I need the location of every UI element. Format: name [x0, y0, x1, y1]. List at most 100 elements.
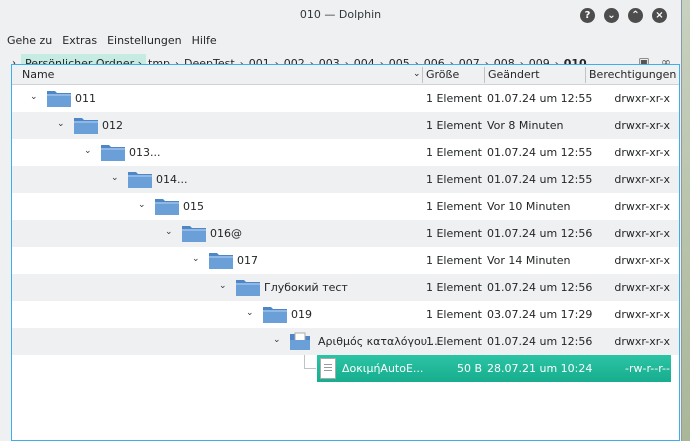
selected-file-row[interactable]: ΔοκιμήAutoE... 50 B 28.07.21 um 10:24 -rw-r…: [317, 355, 671, 382]
file-permissions: drwxr-xr-x: [614, 200, 670, 213]
folder-icon: [46, 88, 72, 108]
file-name: 014...: [156, 173, 188, 186]
table-row[interactable]: ⌄ 014... 1 Element 01.07.24 um 12:55 drwxr-x…: [12, 166, 679, 193]
file-modified: 01.07.24 um 12:55: [487, 92, 593, 105]
table-row[interactable]: ⌄ 012 1 Element Vor 8 Minuten drwxr-xr-x: [12, 112, 679, 139]
file-size: 50 B: [456, 362, 482, 375]
chevron-down-icon[interactable]: ⌄: [165, 227, 173, 237]
file-size: 1 Element: [425, 281, 482, 294]
file-modified: Vor 10 Minuten: [487, 200, 571, 213]
file-modified: 01.07.24 um 12:55: [487, 173, 593, 186]
title-bar[interactable]: 010 — Dolphin ? ⌄ ⌃ ×: [0, 0, 681, 30]
menu-einstellungen[interactable]: Einstellungen: [107, 34, 187, 47]
chevron-down-icon[interactable]: ⌄: [273, 335, 281, 345]
details-view[interactable]: Name ⌄ Größe Geändert Berechtigungen ⌄ 01…: [11, 64, 680, 441]
sort-down-icon: ⌄: [413, 69, 421, 79]
folder-icon: [235, 277, 261, 297]
file-modified: 28.07.21 um 10:24: [487, 362, 593, 375]
file-permissions: drwxr-xr-x: [614, 281, 670, 294]
file-size: 1 Element: [425, 254, 482, 267]
table-row[interactable]: ⌄ 013... 1 Element 01.07.24 um 12:55 drwxr-x…: [12, 139, 679, 166]
maximize-window-button[interactable]: ⌃: [628, 8, 643, 23]
menu-extras[interactable]: Extras: [62, 34, 102, 47]
file-name: 016@: [210, 227, 242, 240]
chevron-down-icon[interactable]: ⌄: [246, 308, 254, 318]
folder-icon: [262, 304, 288, 324]
minimize-window-button[interactable]: ⌄: [604, 8, 619, 23]
menu-hilfe[interactable]: Hilfe: [192, 34, 222, 47]
file-permissions: drwxr-xr-x: [614, 146, 670, 159]
chevron-down-icon[interactable]: ⌄: [57, 119, 65, 129]
file-modified: 01.07.24 um 12:56: [487, 281, 593, 294]
column-name-header[interactable]: Name: [22, 68, 54, 81]
file-size: 1 Element: [425, 308, 482, 321]
folder-icon: [73, 115, 99, 135]
file-modified: 01.07.24 um 12:55: [487, 146, 593, 159]
file-permissions: drwxr-xr-x: [614, 308, 670, 321]
column-modified-header[interactable]: Geändert: [488, 68, 540, 81]
column-separator: [484, 67, 485, 83]
file-permissions: drwxr-xr-x: [614, 335, 670, 348]
folder-icon: [181, 223, 207, 243]
column-permissions-header[interactable]: Berechtigungen: [589, 68, 676, 81]
close-window-button[interactable]: ×: [652, 8, 667, 23]
menu-bar: Gehe zu Extras Einstellungen Hilfe: [0, 30, 681, 50]
chevron-down-icon[interactable]: ⌄: [30, 92, 38, 102]
file-name: 011: [75, 92, 96, 105]
file-modified: 01.07.24 um 12:56: [487, 227, 593, 240]
window-title: 010 — Dolphin: [299, 8, 382, 21]
file-permissions: -rw-r--r--: [625, 362, 670, 375]
file-name: 015: [183, 200, 204, 213]
file-size: 1 Element: [425, 119, 482, 132]
file-size: 1 Element: [425, 146, 482, 159]
folder-icon: [100, 142, 126, 162]
file-name: 013...: [129, 146, 161, 159]
file-modified: Vor 14 Minuten: [487, 254, 571, 267]
file-permissions: drwxr-xr-x: [614, 227, 670, 240]
dolphin-window: 010 — Dolphin ? ⌄ ⌃ × Gehe zu Extras Ein…: [0, 0, 682, 441]
chevron-down-icon[interactable]: ⌄: [111, 173, 119, 183]
table-row[interactable]: ⌄ Глубокий тест 1 Element 01.07.24 um 12:56…: [12, 274, 679, 301]
table-row[interactable]: ⌄ Αριθμός καταλόγου ... 1 Element 01.07.24 …: [12, 328, 679, 355]
file-name: 012: [102, 119, 123, 132]
column-header: Name ⌄ Größe Geändert Berechtigungen: [12, 65, 679, 85]
file-size: 1 Element: [425, 173, 482, 186]
tree-line: [304, 368, 316, 369]
table-row[interactable]: ⌄ 015 1 Element Vor 10 Minuten drwxr-xr-x: [12, 193, 679, 220]
file-size: 1 Element: [425, 335, 482, 348]
column-size-header[interactable]: Größe: [426, 68, 459, 81]
chevron-down-icon[interactable]: ⌄: [219, 281, 227, 291]
file-size: 1 Element: [425, 200, 482, 213]
menu-gehe-zu[interactable]: Gehe zu: [7, 34, 57, 47]
chevron-down-icon[interactable]: ⌄: [192, 254, 200, 264]
text-file-icon: [320, 358, 336, 379]
table-row[interactable]: ⌄ 017 1 Element Vor 14 Minuten drwxr-xr-x: [12, 247, 679, 274]
file-name: 019: [291, 308, 312, 321]
folder-icon: [127, 169, 153, 189]
table-row-container: ΔοκιμήAutoE... 50 B 28.07.21 um 10:24 -rw-r…: [12, 355, 679, 382]
file-name: ΔοκιμήAutoE...: [342, 362, 424, 375]
file-modified: 01.07.24 um 12:56: [487, 335, 593, 348]
chevron-down-icon[interactable]: ⌄: [138, 200, 146, 210]
table-row[interactable]: ⌄ 016@ 1 Element 01.07.24 um 12:56 drwxr-xr-…: [12, 220, 679, 247]
file-name: 017: [237, 254, 258, 267]
file-permissions: drwxr-xr-x: [614, 92, 670, 105]
file-permissions: drwxr-xr-x: [614, 173, 670, 186]
file-size: 1 Element: [425, 92, 482, 105]
file-size: 1 Element: [425, 227, 482, 240]
file-modified: 03.07.24 um 17:29: [487, 308, 593, 321]
file-list: ⌄ 011 1 Element 01.07.24 um 12:55 drwxr-xr-x…: [12, 85, 679, 382]
tree-line: [304, 355, 305, 369]
folder-icon: [208, 250, 234, 270]
file-name: Глубокий тест: [264, 281, 348, 294]
file-permissions: drwxr-xr-x: [614, 254, 670, 267]
folder-icon: [154, 196, 180, 216]
file-permissions: drwxr-xr-x: [614, 119, 670, 132]
column-separator: [585, 67, 586, 83]
help-window-button[interactable]: ?: [580, 8, 595, 23]
table-row[interactable]: ⌄ 011 1 Element 01.07.24 um 12:55 drwxr-xr-x: [12, 85, 679, 112]
chevron-down-icon[interactable]: ⌄: [84, 146, 92, 156]
folder-icon: [289, 331, 311, 351]
table-row[interactable]: ⌄ 019 1 Element 03.07.24 um 17:29 drwxr-xr-x: [12, 301, 679, 328]
column-separator: [422, 67, 423, 83]
